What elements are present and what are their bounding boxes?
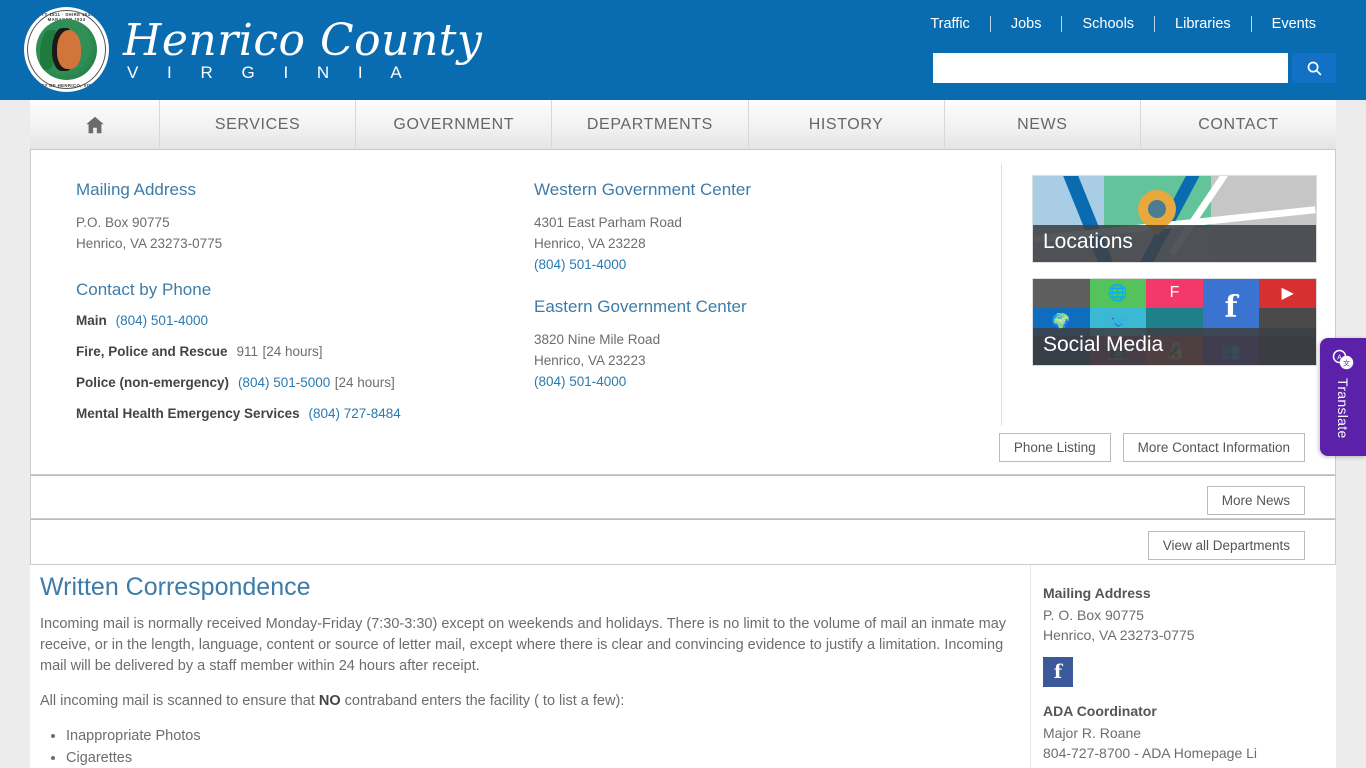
western-phone-link[interactable]: (804) 501-4000 <box>534 257 626 272</box>
nav-item-home[interactable] <box>30 100 160 149</box>
phone-label: Fire, Police and Rescue <box>76 344 228 359</box>
sidebar-ada-heading: ADA Coordinator <box>1043 703 1157 719</box>
search-form <box>933 53 1336 83</box>
translate-widget[interactable]: A 文 Translate <box>1320 338 1366 456</box>
seal-bottom-text: COUNTY OF HENRICO, VIRGINIA <box>27 83 106 88</box>
promo-tiles: Locations 🌐 F f ▶ 🌍 🐦 📷 🔏 👥 <box>1032 175 1317 381</box>
nav-item-history[interactable]: HISTORY <box>749 100 945 149</box>
sidebar-mailing-heading: Mailing Address <box>1043 585 1151 601</box>
contact-middle-column: Western Government Center 4301 East Parh… <box>534 180 964 392</box>
nav-item-services[interactable]: SERVICES <box>160 100 357 149</box>
wordmark: Henrico County V I R G I N I A <box>123 18 482 82</box>
facebook-glyph: f <box>1053 661 1063 683</box>
paragraph2-emphasis: NO <box>318 693 341 709</box>
contact-by-phone-heading[interactable]: Contact by Phone <box>76 280 516 300</box>
phone-row-police-nonemergency: Police (non-emergency) (804) 501-5000 [2… <box>76 374 516 392</box>
list-item: Inappropriate Photos <box>66 726 1018 747</box>
phone-row-emergency: Fire, Police and Rescue 911 [24 hours] <box>76 343 516 361</box>
county-seal-icon: CITY 1611 · SHIRE 1634 · MANAGER 1934 CO… <box>24 7 109 92</box>
locations-tile[interactable]: Locations <box>1032 175 1317 263</box>
facebook-icon[interactable]: f <box>1043 657 1073 687</box>
mailing-address-line2: Henrico, VA 23273-0775 <box>76 236 223 251</box>
translate-icon: A 文 <box>1332 349 1354 370</box>
utility-link-traffic[interactable]: Traffic <box>910 16 989 32</box>
phone-row-main: Main (804) 501-4000 <box>76 312 516 330</box>
sidebar-ada-name: Major R. Roane <box>1043 725 1142 741</box>
eastern-phone-link[interactable]: (804) 501-4000 <box>534 374 626 389</box>
paragraph2-pre: All incoming mail is scanned to ensure t… <box>40 693 319 709</box>
sidebar-ada-contact: 804-727-8700 - ADA Homepage Li <box>1043 745 1258 761</box>
mailing-address-lines: P.O. Box 90775 Henrico, VA 23273-0775 <box>76 212 516 254</box>
main-navigation: SERVICES GOVERNMENT DEPARTMENTS HISTORY … <box>30 100 1336 150</box>
address-line1: 4301 East Parham Road <box>534 215 682 230</box>
article-paragraph-2: All incoming mail is scanned to ensure t… <box>40 691 1018 712</box>
search-button[interactable] <box>1292 53 1336 83</box>
western-government-center-address: 4301 East Parham Road Henrico, VA 23228 … <box>534 212 964 275</box>
phone-label: Main <box>76 313 107 328</box>
eastern-government-center-address: 3820 Nine Mile Road Henrico, VA 23223 (8… <box>534 329 964 392</box>
phone-label: Police (non-emergency) <box>76 375 230 390</box>
contact-panel: Mailing Address P.O. Box 90775 Henrico, … <box>30 150 1336 475</box>
vertical-divider <box>1001 164 1002 426</box>
sidebar-mailing-line1: P. O. Box 90775 <box>1043 607 1144 623</box>
svg-text:文: 文 <box>1343 359 1350 368</box>
home-icon <box>84 114 106 136</box>
search-icon <box>1307 61 1321 75</box>
news-panel: More News <box>30 475 1336 519</box>
more-contact-information-button[interactable]: More Contact Information <box>1122 433 1305 462</box>
departments-panel: View all Departments <box>30 519 1336 565</box>
site-title: Henrico County <box>123 14 483 66</box>
phone-row-mental-health: Mental Health Emergency Services (804) 7… <box>76 405 516 423</box>
departments-button-row: View all Departments <box>1147 531 1305 560</box>
paragraph2-post: contraband enters the facility ( to list… <box>340 693 625 709</box>
phone-note: [24 hours] <box>334 375 395 390</box>
view-all-departments-button[interactable]: View all Departments <box>1147 531 1305 560</box>
utility-link-schools[interactable]: Schools <box>1062 16 1154 32</box>
article-paragraph-1: Incoming mail is normally received Monda… <box>40 616 1007 674</box>
list-item: Cigarettes <box>66 748 1018 768</box>
translate-label: Translate <box>1335 378 1351 439</box>
phone-number-link[interactable]: (804) 501-5000 <box>238 375 330 390</box>
more-news-button[interactable]: More News <box>1206 486 1305 515</box>
nav-item-news[interactable]: NEWS <box>945 100 1141 149</box>
social-media-tile-label: Social Media <box>1033 328 1316 365</box>
article-sidebar: Mailing Address P. O. Box 90775 Henrico,… <box>1030 565 1336 768</box>
contraband-list: Inappropriate Photos Cigarettes Lighters <box>66 726 1018 768</box>
utility-link-events[interactable]: Events <box>1252 16 1336 32</box>
phone-number-link[interactable]: (804) 727-8484 <box>309 406 401 421</box>
news-button-row: More News <box>1206 486 1305 515</box>
phone-note: [24 hours] <box>262 344 323 359</box>
site-header: CITY 1611 · SHIRE 1634 · MANAGER 1934 CO… <box>0 0 1366 100</box>
page-title: Written Correspondence <box>40 573 311 601</box>
phone-label: Mental Health Emergency Services <box>76 406 300 421</box>
sidebar-mailing-line2: Henrico, VA 23273-0775 <box>1043 627 1195 643</box>
contact-left-column: Mailing Address P.O. Box 90775 Henrico, … <box>76 180 516 436</box>
nav-item-departments[interactable]: DEPARTMENTS <box>552 100 749 149</box>
mailing-address-heading[interactable]: Mailing Address <box>76 180 516 200</box>
nav-item-government[interactable]: GOVERNMENT <box>356 100 553 149</box>
phone-number: 911 <box>236 344 258 359</box>
phone-number-link[interactable]: (804) 501-4000 <box>116 313 208 328</box>
address-line2: Henrico, VA 23223 <box>534 353 646 368</box>
address-line1: 3820 Nine Mile Road <box>534 332 661 347</box>
contact-button-row: Phone Listing More Contact Information <box>998 433 1305 462</box>
social-media-tile[interactable]: 🌐 F f ▶ 🌍 🐦 📷 🔏 👥 Social Media <box>1032 278 1317 366</box>
mailing-address-line1: P.O. Box 90775 <box>76 215 170 230</box>
address-line2: Henrico, VA 23228 <box>534 236 646 251</box>
article-content: Written Correspondence Incoming mail is … <box>30 565 1030 768</box>
search-input[interactable] <box>933 53 1288 83</box>
nav-item-contact[interactable]: CONTACT <box>1141 100 1336 149</box>
utility-nav: Traffic Jobs Schools Libraries Events <box>910 16 1336 32</box>
eastern-government-center-heading[interactable]: Eastern Government Center <box>534 297 964 317</box>
utility-link-jobs[interactable]: Jobs <box>991 16 1062 32</box>
site-logo[interactable]: CITY 1611 · SHIRE 1634 · MANAGER 1934 CO… <box>24 7 482 92</box>
site-subtitle: V I R G I N I A <box>127 62 414 82</box>
locations-tile-label: Locations <box>1033 225 1316 262</box>
phone-listing-button[interactable]: Phone Listing <box>998 433 1111 462</box>
western-government-center-heading[interactable]: Western Government Center <box>534 180 964 200</box>
utility-link-libraries[interactable]: Libraries <box>1155 16 1251 32</box>
